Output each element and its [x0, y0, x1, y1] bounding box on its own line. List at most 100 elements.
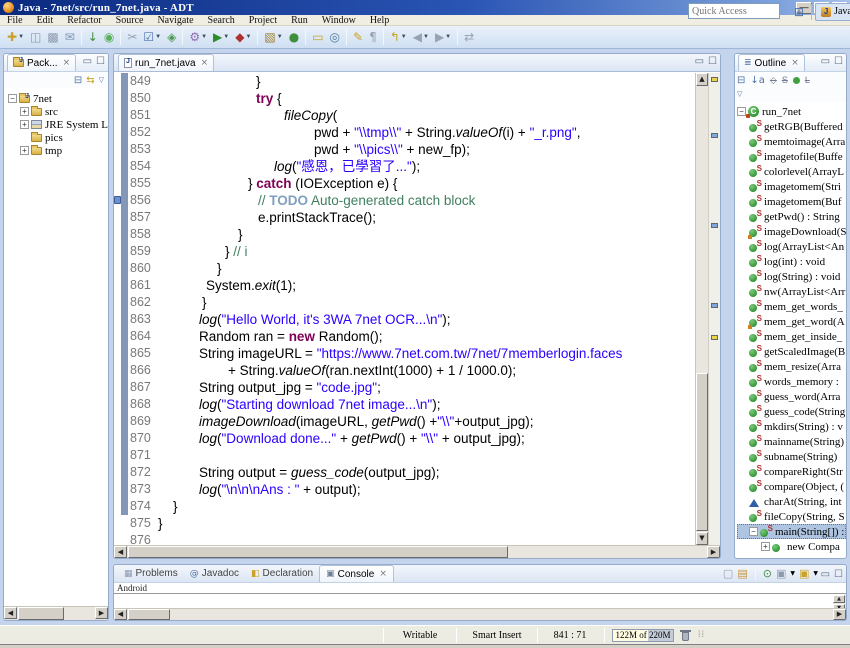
annotation-icon[interactable]: ✎: [351, 28, 365, 46]
editor-hscrollbar[interactable]: ◀ ▶: [114, 545, 720, 558]
menu-navigate[interactable]: Navigate: [150, 15, 200, 26]
menu-refactor[interactable]: Refactor: [60, 15, 108, 26]
menu-window[interactable]: Window: [315, 15, 363, 26]
tab-javadoc[interactable]: @Javadoc: [184, 565, 245, 582]
close-icon[interactable]: ×: [379, 569, 387, 579]
new-junit-icon[interactable]: ◈: [165, 28, 178, 46]
close-icon[interactable]: ×: [201, 58, 209, 68]
outline-item-imagetomem-buf[interactable]: Simagetomem(Buf: [737, 194, 846, 209]
console-hscrollbar[interactable]: ◀ ▶: [114, 608, 846, 620]
plus-expander-icon[interactable]: +: [20, 146, 29, 155]
outline-minmax[interactable]: ▭☐: [821, 56, 843, 67]
editor-vscrollbar[interactable]: ▲ ▼: [695, 73, 708, 545]
dropdown-arrow-icon[interactable]: ▼: [245, 34, 251, 40]
outline-item-getrgb-buffered[interactable]: SgetRGB(Buffered: [737, 119, 846, 134]
coverage-icon[interactable]: ▧▼: [262, 28, 284, 46]
tree-item-7net[interactable]: −7net: [8, 92, 108, 105]
hide-static-icon[interactable]: S: [782, 75, 788, 85]
debug-icon[interactable]: ◆▼: [233, 28, 253, 46]
outline-item-imagetofile-buffe[interactable]: Simagetofile(Buffe: [737, 149, 846, 164]
dropdown-arrow-icon[interactable]: ▼: [277, 34, 283, 40]
collapse-all-icon[interactable]: ⊟: [74, 75, 82, 86]
android-avd-manager-icon[interactable]: ◉: [102, 28, 116, 46]
forward-icon[interactable]: ▶▼: [433, 28, 453, 46]
show-whitespace-icon[interactable]: ¶: [367, 28, 379, 46]
hide-fields-icon[interactable]: ◇: [770, 75, 777, 86]
package-explorer-hscrollbar[interactable]: ◀ ▶: [4, 606, 108, 620]
outline-item-compareright-str[interactable]: ScompareRight(Str: [737, 464, 846, 479]
remove-launch-icon[interactable]: ▢: [723, 567, 733, 580]
tab-console[interactable]: ▣Console×: [319, 565, 394, 582]
outline-item-log-string-void[interactable]: Slog(String) : void: [737, 269, 846, 284]
sort-icon[interactable]: ↓a: [750, 75, 765, 86]
outline-item-guess-word-arra[interactable]: Sguess_word(Arra: [737, 389, 846, 404]
hide-non-public-icon[interactable]: [793, 77, 800, 84]
cut-icon[interactable]: ✂: [125, 28, 139, 46]
view-menu-icon[interactable]: ▽: [737, 90, 742, 98]
tab-run-7net-java[interactable]: run_7net.java ×: [118, 54, 214, 71]
dropdown-arrow-icon[interactable]: ▼: [401, 34, 407, 40]
new-wizard-icon[interactable]: ✚▼: [5, 28, 26, 46]
last-edit-location-icon[interactable]: ↰▼: [388, 28, 409, 46]
menu-source[interactable]: Source: [109, 15, 151, 26]
dropdown-arrow-icon[interactable]: ▼: [201, 34, 207, 40]
collapse-all-icon[interactable]: ⊟: [737, 75, 745, 86]
minus-expander-icon[interactable]: −: [737, 107, 746, 116]
external-tools-icon[interactable]: ⚙▼: [187, 28, 209, 46]
outline-item-main-string-v[interactable]: −Smain(String[]) : v: [737, 524, 846, 539]
outline-item-mkdirs-string-v[interactable]: Smkdirs(String) : v: [737, 419, 846, 434]
tab-declaration[interactable]: ◧Declaration: [245, 565, 319, 582]
tree-item-pics[interactable]: pics: [8, 131, 108, 144]
code-editor[interactable]: 849}850try {851fileCopy(852pwd + "\\tmp\…: [114, 73, 720, 545]
tab-problems[interactable]: ▦Problems: [118, 565, 184, 582]
editor-minmax[interactable]: ▭☐: [695, 56, 717, 67]
outline-item-memtoimage-arra[interactable]: Smemtoimage(Arra: [737, 134, 846, 149]
dropdown-arrow-icon[interactable]: ▼: [790, 570, 795, 577]
dropdown-arrow-icon[interactable]: ▼: [18, 34, 24, 40]
scroll-lock-icon[interactable]: ▤: [737, 567, 747, 580]
dropdown-arrow-icon[interactable]: ▼: [155, 34, 161, 40]
panel-minmax[interactable]: ▭☐: [83, 56, 105, 67]
menu-search[interactable]: Search: [201, 15, 242, 26]
print-mail-icon[interactable]: ✉: [63, 28, 77, 46]
plus-expander-icon[interactable]: +: [761, 542, 770, 551]
open-console-icon[interactable]: ▣: [799, 567, 809, 580]
outline-item-getscaledimage-b[interactable]: SgetScaledImage(B: [737, 344, 846, 359]
plus-expander-icon[interactable]: +: [20, 107, 29, 116]
view-menu-icon[interactable]: ▽: [99, 76, 104, 84]
mark-task-icon[interactable]: ☑▼: [141, 28, 163, 46]
menu-file[interactable]: File: [0, 15, 30, 26]
outline-item-mem-get-words-[interactable]: Smem_get_words_: [737, 299, 846, 314]
open-type-icon[interactable]: ▭: [310, 28, 325, 46]
pin-console-icon[interactable]: ⊙: [763, 567, 772, 580]
dropdown-arrow-icon[interactable]: ▼: [223, 34, 229, 40]
overview-ruler[interactable]: [708, 73, 720, 545]
minus-expander-icon[interactable]: −: [8, 94, 17, 103]
outline-item-compare-object-[interactable]: Scompare(Object, (: [737, 479, 846, 494]
link-with-editor-icon[interactable]: ⇄: [462, 28, 476, 46]
outline-item-imagedownload-s[interactable]: SimageDownload(S: [737, 224, 846, 239]
run-icon[interactable]: ▶▼: [211, 28, 231, 46]
outline-item-guess-code-string[interactable]: Sguess_code(String: [737, 404, 846, 419]
menu-edit[interactable]: Edit: [30, 15, 61, 26]
open-perspective-icon[interactable]: ⊞: [790, 5, 808, 19]
minus-expander-icon[interactable]: −: [749, 527, 758, 536]
hide-local-types-icon[interactable]: L: [805, 75, 810, 85]
close-icon[interactable]: ×: [63, 58, 71, 68]
junit-run-icon[interactable]: ●: [287, 28, 301, 46]
menu-project[interactable]: Project: [242, 15, 284, 26]
save-icon[interactable]: ◫: [28, 28, 43, 46]
dropdown-arrow-icon[interactable]: ▼: [813, 570, 818, 577]
link-with-editor-icon[interactable]: ⇆: [86, 75, 94, 86]
outline-item-mem-get-word-a[interactable]: Smem_get_word(A: [737, 314, 846, 329]
android-sdk-manager-icon[interactable]: ↓: [86, 28, 100, 46]
search-icon[interactable]: ◎: [328, 28, 342, 46]
display-selected-console-icon[interactable]: ▣: [776, 567, 786, 580]
back-icon[interactable]: ◀▼: [411, 28, 431, 46]
java-perspective-button[interactable]: J Java: [815, 3, 850, 21]
console-output[interactable]: [114, 595, 833, 608]
outline-item-imagetomem-stri[interactable]: Simagetomem(Stri: [737, 179, 846, 194]
outline-item-colorlevel-arrayl[interactable]: Scolorlevel(ArrayL: [737, 164, 846, 179]
menu-help[interactable]: Help: [363, 15, 396, 26]
outline-item-nw-arraylist-arr[interactable]: Snw(ArrayList<Arr: [737, 284, 846, 299]
